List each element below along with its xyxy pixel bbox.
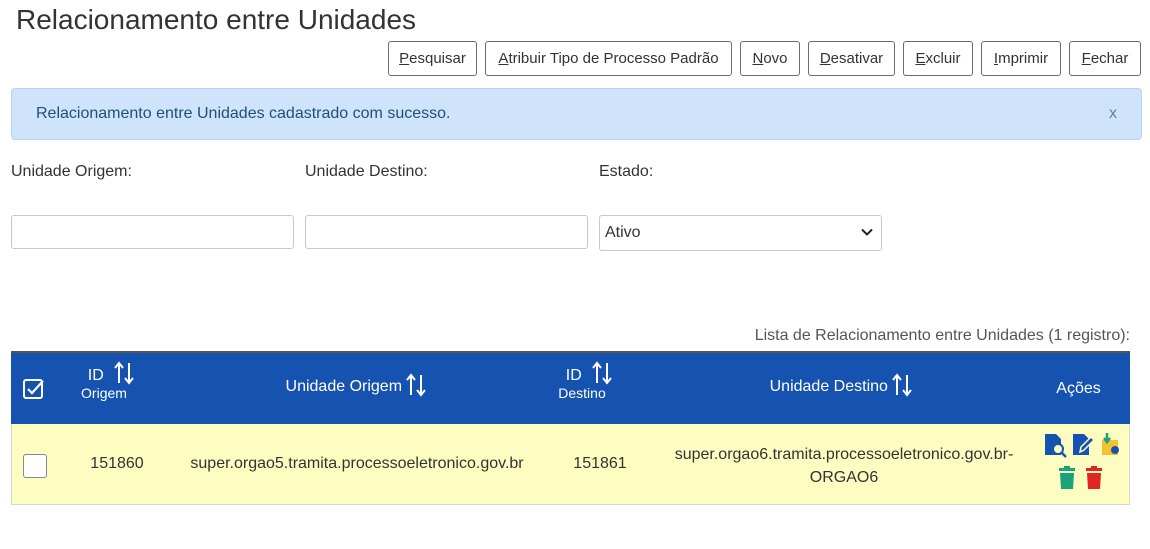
results-table: ID Origem Unidade Origem ID Destino Unid… [11, 351, 1130, 505]
deactivate-icon[interactable] [1057, 466, 1077, 490]
cell-id-origem: 151860 [90, 455, 144, 472]
cell-id-destino: 151861 [573, 455, 627, 472]
unidade-origem-input[interactable] [11, 215, 294, 249]
excluir-button[interactable]: Excluir [903, 41, 973, 76]
unidade-destino-label: Unidade Destino: [305, 163, 428, 180]
table-row: 151860 super.orgao5.tramita.processoelet… [11, 424, 1130, 505]
alert-close-button[interactable]: x [1109, 105, 1117, 123]
list-caption: Lista de Relacionamento entre Unidades (… [754, 327, 1130, 344]
consult-icon[interactable] [1042, 432, 1068, 458]
atribuir-tipo-processo-button[interactable]: Atribuir Tipo de Processo Padrão [485, 41, 732, 76]
unidade-destino-input[interactable] [305, 215, 588, 249]
sort-icon[interactable] [114, 361, 134, 385]
header-acoes: Ações [1056, 380, 1101, 397]
sort-icon[interactable] [592, 361, 612, 385]
success-alert: Relacionamento entre Unidades cadastrado… [11, 88, 1142, 140]
fechar-button[interactable]: Fechar [1069, 41, 1141, 76]
chevron-down-icon [861, 228, 873, 236]
row-checkbox[interactable] [23, 454, 47, 478]
novo-button[interactable]: Novo [740, 41, 800, 76]
estado-selected-value: Ativo [605, 224, 641, 241]
header-id-origem[interactable]: ID Origem [81, 361, 141, 401]
desativar-button[interactable]: Desativar [808, 41, 895, 76]
sort-icon[interactable] [406, 373, 427, 397]
edit-icon[interactable] [1070, 432, 1096, 458]
table-header: ID Origem Unidade Origem ID Destino Unid… [11, 353, 1130, 424]
cell-unidade-destino: super.orgao6.tramita.processoeletronico.… [674, 446, 1014, 486]
pesquisar-button[interactable]: Pesquisar [388, 41, 477, 76]
header-unidade-destino[interactable]: Unidade Destino [751, 373, 931, 397]
sort-icon[interactable] [892, 373, 913, 397]
select-all-checkbox-icon[interactable] [22, 377, 46, 401]
estado-select[interactable]: Ativo [599, 215, 882, 251]
delete-icon[interactable] [1084, 466, 1104, 490]
header-id-destino[interactable]: ID Destino [558, 361, 619, 401]
unidade-origem-label: Unidade Origem: [11, 163, 132, 180]
estado-label: Estado: [599, 163, 654, 180]
toolbar: Pesquisar Atribuir Tipo de Processo Padr… [388, 41, 1141, 76]
alert-message: Relacionamento entre Unidades cadastrado… [36, 105, 451, 122]
imprimir-button[interactable]: Imprimir [981, 41, 1061, 76]
header-unidade-origem[interactable]: Unidade Origem [266, 373, 446, 397]
cell-unidade-origem: super.orgao5.tramita.processoeletronico.… [190, 455, 524, 472]
assign-process-type-icon[interactable] [1099, 432, 1123, 458]
page-title: Relacionamento entre Unidades [16, 4, 417, 35]
